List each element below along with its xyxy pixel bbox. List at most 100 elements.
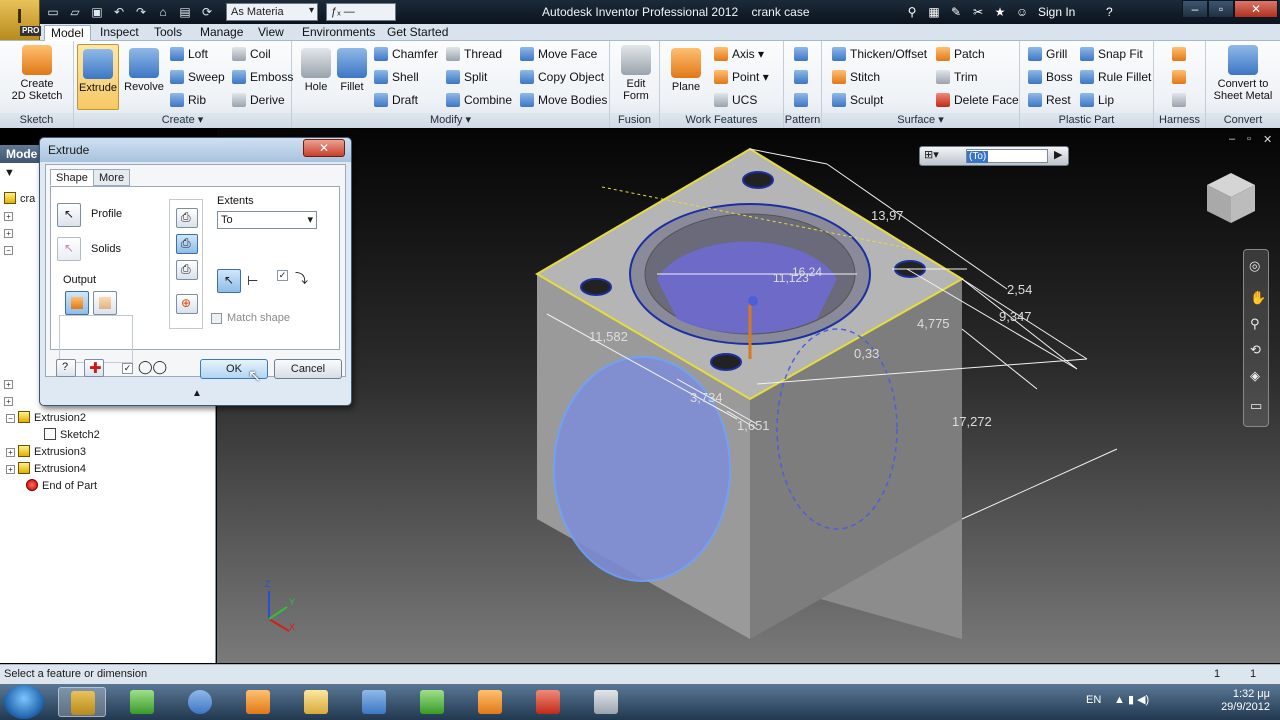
thread-button[interactable]: Thread — [444, 45, 502, 63]
bolt-hole-bottom[interactable] — [710, 353, 742, 371]
language-indicator[interactable]: EN — [1086, 694, 1101, 706]
expand-icon[interactable]: + — [4, 212, 13, 221]
mini-toolbar-menu-icon[interactable]: ⊞▾ — [924, 148, 939, 161]
direction-flip-icon[interactable]: ⤵ — [295, 268, 308, 287]
taskbar-word[interactable] — [350, 687, 398, 717]
rectangular-pattern-button[interactable] — [792, 45, 808, 63]
loft-button[interactable]: Loft — [168, 45, 208, 63]
expand-icon[interactable]: + — [4, 229, 13, 238]
close-button[interactable]: ✕ — [1234, 0, 1278, 18]
harness-button-1[interactable] — [1170, 45, 1186, 63]
add-button[interactable]: ✚ — [84, 359, 104, 377]
dialog-close-button[interactable]: ✕ — [303, 139, 345, 157]
dimension-label[interactable]: 1,651 — [737, 418, 770, 433]
star-icon[interactable]: ★ — [992, 4, 1008, 20]
ucs-button[interactable]: UCS — [712, 91, 757, 109]
rule-fillet-button[interactable]: Rule Fillet — [1078, 68, 1151, 86]
tree-item-extrusion2[interactable]: − Extrusion2 — [6, 410, 86, 426]
dimension-label[interactable]: 3,734 — [690, 390, 723, 405]
tray-icons[interactable]: ▲ ▮ ◀) — [1114, 693, 1149, 706]
tree-item-sketch2[interactable]: Sketch2 — [44, 427, 100, 443]
output-surface-button[interactable] — [93, 291, 117, 315]
copy-object-button[interactable]: Copy Object — [518, 68, 604, 86]
mini-toolbar-distance-field[interactable]: (To) — [966, 149, 1048, 163]
sign-in-link[interactable]: Sign In — [1038, 5, 1075, 19]
match-shape-checkbox[interactable] — [211, 313, 222, 324]
group-label-surface[interactable]: Surface ▾ — [822, 113, 1019, 128]
lip-button[interactable]: Lip — [1078, 91, 1114, 109]
dimension-label[interactable]: 4,775 — [917, 316, 950, 331]
chamfer-button[interactable]: Chamfer — [372, 45, 438, 63]
dimension-label[interactable]: 11,582 — [589, 329, 628, 344]
tab-more[interactable]: More — [93, 169, 131, 186]
edit-form-button[interactable]: Edit Form — [616, 45, 656, 102]
plane-button[interactable]: Plane — [666, 48, 706, 93]
tree-row[interactable]: + — [4, 376, 16, 392]
harness-button-2[interactable] — [1170, 68, 1186, 86]
cut-button[interactable]: ⎙ — [176, 234, 198, 254]
tree-row[interactable]: + — [4, 393, 16, 409]
dimension-label[interactable]: 9,347 — [999, 309, 1032, 324]
circular-pattern-button[interactable] — [792, 68, 808, 86]
extrude-mini-toolbar[interactable]: ⊞▾ (To) ▶ — [919, 146, 1069, 166]
solids-select-button[interactable]: ↖ — [57, 237, 81, 261]
terminate-extent-icon[interactable]: ⊢ — [247, 273, 258, 289]
tab-model[interactable]: Model — [44, 25, 91, 41]
extrude-button[interactable]: Extrude — [77, 44, 119, 110]
collapse-icon[interactable]: − — [6, 414, 15, 423]
axis-button[interactable]: Axis ▾ — [712, 45, 764, 63]
profile-select-button[interactable]: ↖ — [57, 203, 81, 227]
preview-checkbox[interactable]: ✓ — [122, 363, 133, 374]
cancel-button[interactable]: Cancel — [274, 359, 342, 379]
expand-icon[interactable]: + — [6, 448, 15, 457]
tree-row[interactable]: + — [4, 208, 16, 224]
create-2d-sketch-button[interactable]: Create 2D Sketch — [6, 45, 68, 102]
snap-fit-button[interactable]: Snap Fit — [1078, 45, 1143, 63]
steering-wheel-icon[interactable]: ◎ — [1249, 258, 1260, 274]
update-icon[interactable]: ⟳ — [198, 4, 216, 20]
nav-menu-icon[interactable]: ▭ — [1250, 398, 1262, 414]
dialog-expand-arrow-icon[interactable]: ▲ — [192, 388, 202, 399]
home-icon[interactable]: ⌂ — [154, 4, 172, 20]
intersect-button[interactable]: ⎙ — [176, 260, 198, 280]
doc-restore-icon[interactable]: ▫ — [1247, 133, 1251, 145]
tree-item-end-of-part[interactable]: End of Part — [26, 478, 97, 494]
hole-button[interactable]: Hole — [298, 48, 334, 93]
convert-sheet-metal-button[interactable]: Convert to Sheet Metal — [1208, 45, 1278, 102]
viewcube[interactable] — [1203, 169, 1259, 225]
harness-button-3[interactable] — [1170, 91, 1186, 109]
trim-button[interactable]: Trim — [934, 68, 978, 86]
shell-button[interactable]: Shell — [372, 68, 419, 86]
grill-button[interactable]: Grill — [1026, 45, 1067, 63]
sweep-button[interactable]: Sweep — [168, 68, 225, 86]
tab-get-started[interactable]: Get Started — [381, 25, 454, 41]
bolt-hole-left[interactable] — [580, 278, 612, 296]
tab-manage[interactable]: Manage — [194, 25, 249, 41]
grid-icon[interactable]: ▦ — [926, 4, 942, 20]
undo-icon[interactable]: ↶ — [110, 4, 128, 20]
tab-shape[interactable]: Shape — [50, 169, 94, 186]
preview-glasses-icon[interactable]: ◯◯ — [138, 359, 167, 375]
taskbar-ie[interactable] — [176, 687, 224, 717]
move-face-button[interactable]: Move Face — [518, 45, 597, 63]
inventor-logo[interactable]: I PRO — [0, 0, 42, 40]
bolt-hole-top[interactable] — [742, 171, 774, 189]
binoculars-icon[interactable]: ⚲ — [904, 4, 920, 20]
extent-face-select-button[interactable]: ↖ — [217, 269, 241, 293]
open-icon[interactable]: ▱ — [66, 4, 84, 20]
delete-face-button[interactable]: Delete Face — [934, 91, 1019, 109]
tab-environments[interactable]: Environments — [296, 25, 381, 41]
revolve-button[interactable]: Revolve — [122, 48, 166, 93]
minimum-solution-checkbox[interactable]: ✓ — [277, 270, 288, 281]
taskbar-camtasia[interactable] — [582, 687, 630, 717]
derive-button[interactable]: Derive — [230, 91, 285, 109]
doc-close-icon[interactable]: ✕ — [1263, 133, 1272, 146]
mini-toolbar-expand-icon[interactable]: ▶ — [1054, 148, 1062, 161]
join-button[interactable]: ⎙ — [176, 208, 198, 228]
mirror-button[interactable] — [792, 91, 808, 109]
extrude-handle[interactable] — [748, 296, 758, 306]
help-button[interactable]: ? — [56, 359, 76, 377]
user-icon[interactable]: ☺ — [1014, 4, 1030, 20]
tab-view[interactable]: View — [252, 25, 290, 41]
dimension-label[interactable]: 11,123 — [773, 271, 809, 285]
